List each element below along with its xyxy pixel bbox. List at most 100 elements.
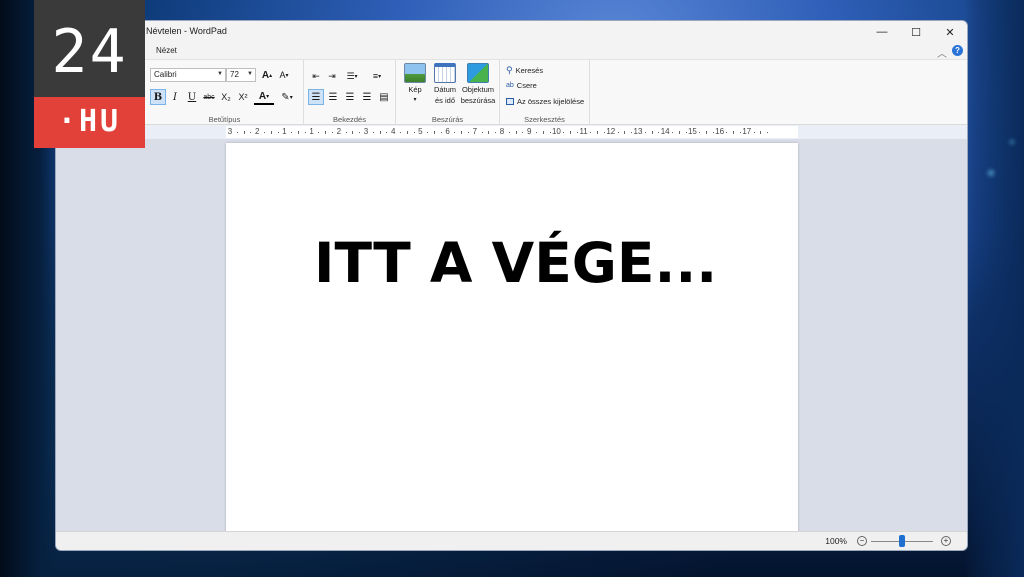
ruler-tick-mark [631,132,633,133]
font-size-select[interactable]: 72 ▼ [226,68,256,82]
status-bar: 100% − + [56,531,967,550]
insert-object-button[interactable]: Objektum beszúrása [459,63,497,105]
title-bar[interactable]: Névtelen - WordPad — ☐ ✕ [56,21,967,43]
logo-number: 24 [51,17,128,87]
insert-picture-label: Kép [408,85,422,94]
underline-button[interactable]: U [184,89,200,105]
ruler-tick-mark [372,132,374,133]
subscript-button[interactable]: X₂ [218,89,234,105]
increase-indent-icon[interactable]: ⇥ [324,68,340,84]
ruler-tick-mark [760,131,762,134]
bold-button[interactable]: B [150,89,166,105]
align-right-icon[interactable]: ☰ [342,89,358,105]
ruler-tick-mark [379,131,381,134]
align-center-icon[interactable]: ☰ [325,89,341,105]
24hu-logo: 24 ·HU [34,0,145,148]
minimize-button[interactable]: — [865,21,899,43]
ruler-tick-mark [706,131,707,134]
ruler-tick-mark [576,132,578,133]
document-text[interactable]: ITT A VÉGE... [314,231,717,295]
ribbon: Calibri ▼ 72 ▼ A ▴ A ▾ B I U abc X₂ X² A ▾ … [56,59,967,126]
ruler-tick-mark [753,132,755,133]
ruler-tick-mark [658,132,660,133]
ruler-tick-mark [440,132,442,133]
justify-icon[interactable]: ☰ [359,89,375,105]
italic-button[interactable]: I [167,89,183,105]
highlight-icon: ✎ [281,91,290,103]
maximize-button[interactable]: ☐ [899,21,933,43]
ruler-tick-mark [304,132,306,133]
zoom-slider-thumb[interactable] [899,535,905,547]
font-family-select[interactable]: Calibri ▼ [150,68,226,82]
font-color-button[interactable]: A ▾ [254,89,274,105]
highlight-button[interactable]: ✎ ▾ [277,89,297,105]
shrink-font-button[interactable]: A ▾ [276,67,292,83]
help-icon[interactable]: ? [952,45,963,56]
ruler-tick-mark [468,132,469,133]
wordpad-window: Névtelen - WordPad — ☐ ✕ Nézet ︿ ? Calib… [55,20,968,551]
decrease-indent-icon[interactable]: ⇤ [308,68,324,84]
zoom-out-button[interactable]: − [857,536,867,546]
ruler-tick-mark [726,132,728,133]
object-label-line1: Objektum [461,85,495,94]
ruler-tick-label: 9 [526,127,532,136]
logo-suffix: ·HU [57,104,122,139]
superscript-icon: X² [238,92,248,102]
ruler-tick-mark [250,132,252,133]
background-firefly [1010,140,1014,144]
font-family-value: Calibri [154,70,177,79]
ruler-tick-mark [644,132,646,133]
ruler-tick-label: 2 [254,127,260,136]
ruler-tick-label: 1 [282,127,287,136]
zoom-in-button[interactable]: + [941,536,951,546]
replace-button[interactable]: ab Csere [506,81,537,90]
ruler-tick-label: 11 [579,127,588,136]
ruler-tick-label: 16 [715,127,725,136]
superscript-button[interactable]: X² [235,89,251,105]
ruler-tick-label: 4 [390,127,396,136]
ruler-tick-mark [672,132,673,133]
ribbon-collapse-icon[interactable]: ︿ [937,45,947,60]
align-left-icon[interactable]: ☰ [308,89,324,105]
menu-view[interactable]: Nézet [156,46,177,55]
underline-icon: U [187,91,197,103]
chevron-down-icon: ▼ [217,71,223,77]
ruler-tick-mark [488,131,490,134]
ruler-tick-mark [325,131,327,134]
bullet-list-icon[interactable]: ☰ ▾ [341,68,363,84]
ruler-tick-label: 2 [336,127,342,136]
select-all-button[interactable]: Az összes kijelölése [506,97,584,106]
find-button[interactable]: ⚲ Keresés [506,65,543,76]
paragraph-group-label: Bekezdés [333,115,366,124]
ruler-tick-mark [291,132,293,133]
paragraph-settings-icon[interactable]: ▤ [376,89,392,105]
ruler[interactable]: 3 2 1 1 2 3 4 5 6 7 8 9 10 11 12 13 14 15 16 17 [56,125,967,139]
ruler-tick-mark [434,131,435,134]
ruler-tick-mark [400,132,401,133]
bold-icon: B [153,91,163,103]
ruler-tick-mark [352,131,354,134]
document-page[interactable]: ITT A VÉGE... [226,143,798,543]
line-spacing-icon[interactable]: ≡ ▾ [366,68,388,84]
document-area: ITT A VÉGE... [56,139,967,543]
ruler-tick-label: 7 [472,127,478,136]
strikethrough-icon: abc [203,93,215,101]
close-button[interactable]: ✕ [933,21,967,43]
ruler-tick-mark [699,132,701,133]
ruler-tick-mark [522,132,524,133]
insert-picture-button[interactable]: Kép ▾ [398,63,432,105]
ruler-tick-mark [617,132,619,133]
ruler-tick-mark [264,132,265,133]
ruler-tick-mark [678,131,680,134]
grow-font-icon: A [261,69,270,81]
font-group-label: Betűtípus [208,115,241,124]
strikethrough-button[interactable]: abc [201,89,217,105]
ruler-tick-mark [332,132,333,133]
grow-font-button[interactable]: A ▴ [259,67,275,83]
datetime-label-line2: és idő [434,96,455,105]
insert-datetime-button[interactable]: Dátum és idő [428,63,462,105]
ruler-tick-mark [345,132,347,133]
binoculars-icon: ⚲ [506,65,513,75]
ruler-tick-label: 12 [606,127,616,136]
ruler-tick-mark [570,131,571,134]
